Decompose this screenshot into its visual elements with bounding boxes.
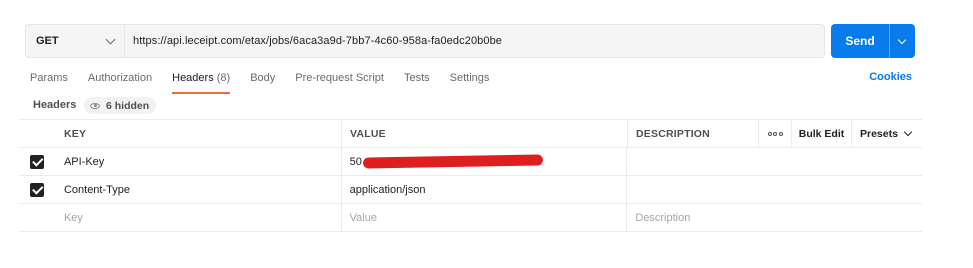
tab-authorization[interactable]: Authorization: [88, 71, 152, 85]
request-bar: GET https://api.leceipt.com/etax/jobs/6a…: [25, 24, 825, 58]
new-description-input[interactable]: Description: [627, 204, 922, 231]
tab-label: Body: [250, 72, 276, 84]
hidden-headers-toggle[interactable]: 6 hidden: [84, 97, 157, 114]
key-cell[interactable]: API-Key: [56, 148, 342, 175]
chevron-down-icon[interactable]: [897, 35, 907, 44]
method-label: GET: [36, 35, 59, 47]
tab-label: Settings: [449, 72, 490, 84]
description-cell[interactable]: [627, 148, 922, 175]
table-header-row: KEY VALUE DESCRIPTION Bulk Edit Presets: [19, 120, 922, 148]
chevron-down-icon: [903, 127, 913, 137]
tab-label: Authorization: [87, 72, 153, 84]
presets-dropdown[interactable]: Presets: [852, 120, 922, 147]
value-text: 50: [349, 155, 362, 168]
hidden-count-label: 6 hidden: [106, 99, 150, 112]
tab-label: Pre-request Script: [295, 72, 384, 84]
headers-table: KEY VALUE DESCRIPTION Bulk Edit Presets …: [19, 119, 922, 232]
description-cell[interactable]: [627, 176, 922, 203]
tab-label: Params: [30, 72, 68, 84]
more-icon: [767, 131, 783, 136]
row-checkbox[interactable]: [30, 182, 45, 197]
value-column-header: VALUE: [342, 120, 628, 147]
method-select[interactable]: GET: [26, 25, 125, 57]
table-row-new: Key Value Description: [19, 204, 922, 232]
headers-section-label: Headers: [33, 99, 77, 111]
row-checkbox[interactable]: [30, 154, 45, 169]
tab-tests[interactable]: Tests: [404, 71, 430, 85]
row-checkbox-cell: [19, 148, 56, 175]
chevron-down-icon: [105, 34, 116, 44]
row-checkbox-cell: [19, 204, 56, 231]
key-column-header: KEY: [56, 120, 342, 147]
tab-body[interactable]: Body: [250, 71, 275, 85]
value-cell[interactable]: 50: [342, 148, 628, 175]
tab-label: Tests: [403, 72, 430, 84]
url-input[interactable]: https://api.leceipt.com/etax/jobs/6aca3a…: [125, 35, 502, 47]
tab-pre-request-script[interactable]: Pre-request Script: [295, 71, 384, 85]
checkbox-column-header: [19, 120, 56, 147]
presets-label: Presets: [860, 127, 898, 140]
tab-count: (8): [216, 72, 231, 84]
more-options-button[interactable]: [759, 120, 792, 147]
tab-headers[interactable]: Headers (8): [172, 71, 231, 94]
send-label: Send: [845, 34, 875, 48]
cookies-link[interactable]: Cookies: [869, 71, 912, 83]
tab-settings[interactable]: Settings: [450, 71, 490, 85]
key-cell[interactable]: Content-Type: [56, 176, 342, 203]
tab-label: Headers: [172, 72, 214, 84]
send-button[interactable]: Send: [831, 24, 915, 58]
table-row: API-Key 50: [19, 148, 922, 176]
new-key-input[interactable]: Key: [56, 204, 342, 231]
row-checkbox-cell: [19, 176, 56, 203]
tab-params[interactable]: Params: [30, 71, 68, 85]
eye-icon: [90, 102, 100, 109]
value-cell[interactable]: application/json: [342, 176, 628, 203]
redaction-mark: [362, 154, 543, 169]
table-row: Content-Type application/json: [19, 176, 922, 204]
request-tabs: Params Authorization Headers (8) Body Pr…: [30, 71, 509, 94]
send-divider: [889, 24, 890, 58]
bulk-edit-button[interactable]: Bulk Edit: [792, 120, 852, 147]
description-column-header: DESCRIPTION: [628, 120, 759, 147]
new-value-input[interactable]: Value: [342, 204, 628, 231]
